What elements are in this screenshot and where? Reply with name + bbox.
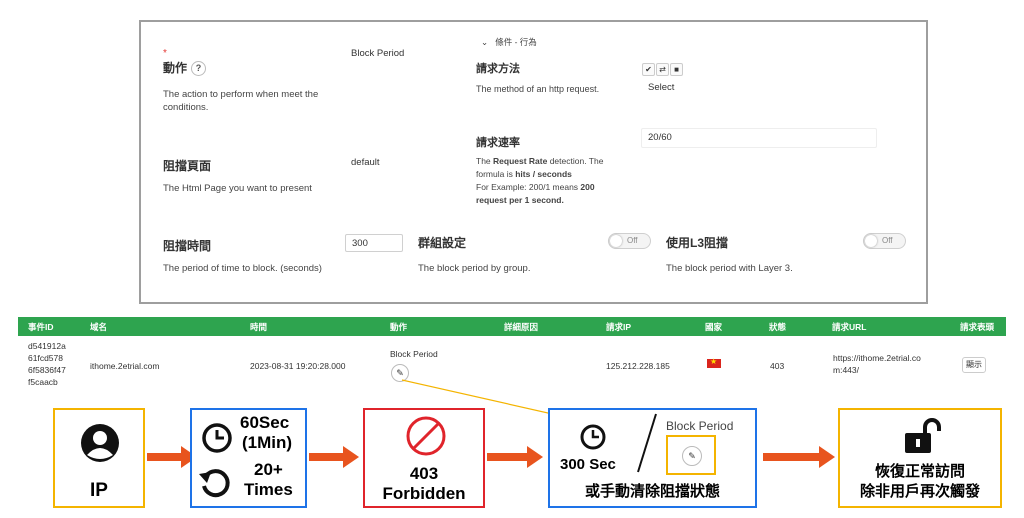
block-seconds: 300 Sec [560,456,616,473]
block-period-box: 300 Sec Block Period ✎ 或手動清除阻擋狀態 [548,408,757,508]
flow-arrow [147,446,197,468]
forbidden-box: 403 Forbidden [363,408,485,508]
manual-clear-text: 或手動清除阻擋狀態 [584,483,720,500]
rate-box: 60Sec (1Min) 20+ Times [190,408,307,508]
separator-slash [637,413,657,473]
restore-line-1: 恢復正常訪問 [874,463,965,480]
user-icon [81,424,119,462]
rate-seconds: 60Sec [240,413,290,432]
flow-arrow [309,446,359,468]
clear-block-icon[interactable]: ✎ [682,446,702,466]
ip-box: IP [53,408,145,508]
rate-minutes: (1Min) [242,433,293,452]
clock-icon [202,423,232,453]
clear-highlight: ✎ [666,435,716,475]
restore-box: 恢復正常訪問 除非用戶再次觸發 [838,408,1002,508]
clock-icon [580,424,606,450]
ip-label: IP [90,480,108,501]
rate-count: 20+ [254,460,283,479]
forbidden-text: Forbidden [382,484,466,503]
repeat-icon [199,469,230,498]
prohibited-icon [406,416,446,456]
restore-line-2: 除非用戶再次觸發 [859,483,980,500]
block-action-label: Block Period [666,419,734,433]
unlock-icon [905,418,941,453]
flow-arrow [763,446,835,468]
forbidden-code: 403 [409,464,439,483]
rate-times: Times [244,480,293,499]
flow-arrow [487,446,543,468]
